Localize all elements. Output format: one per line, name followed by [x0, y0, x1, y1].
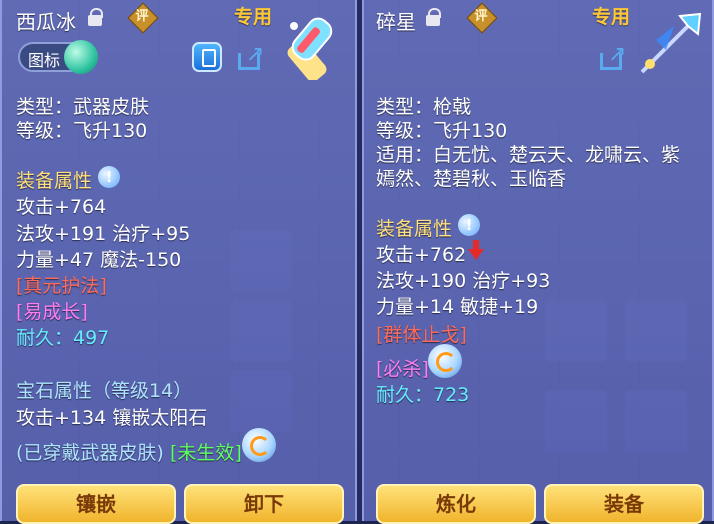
equip-attr-title: 装备属性 [16, 170, 93, 192]
popsicle-weapon-skin-icon [287, 17, 333, 80]
equip-attr-title: 装备属性 [376, 218, 453, 240]
icon-toggle[interactable]: 图标 [18, 40, 98, 74]
suit-line: 嫣然、楚碧秋、玉临香 [376, 168, 567, 190]
item-tooltip-right: 碎星 评 专用 ↗ 类型：枪戟 等级：飞升130 适用：白无忧、楚云天、龙啸云、… [362, 0, 714, 524]
attr-line: 攻击+764 [16, 196, 107, 218]
skill-tag: [真元护法] [16, 275, 107, 297]
share-icon[interactable]: ↗ [600, 44, 632, 72]
toggle-knob [64, 40, 98, 74]
status-worn: (已穿戴武器皮肤) [16, 442, 164, 464]
attr-line: 法攻+190 治疗+93 [376, 270, 551, 292]
lock-icon[interactable] [426, 8, 441, 26]
attr-line: 法攻+191 治疗+95 [16, 223, 191, 245]
review-label: 评 [135, 9, 149, 24]
refresh-icon[interactable] [428, 344, 462, 378]
skill-tag: [必杀] [376, 358, 429, 380]
equip-button[interactable]: 装备 [544, 484, 704, 524]
gem-attr-title: 宝石属性（等级14） [16, 380, 193, 402]
gem-attr-line: 攻击+134 镶嵌太阳石 [16, 407, 208, 429]
item-name: 碎星 [376, 10, 416, 34]
lock-icon[interactable] [88, 8, 103, 26]
type-line: 类型：枪戟 [376, 96, 472, 118]
decrease-arrow-icon [468, 240, 484, 260]
refine-button[interactable]: 炼化 [376, 484, 536, 524]
share-icon[interactable]: ↗ [238, 44, 270, 72]
durability: 耐久：497 [16, 327, 110, 349]
spear-halberd-icon [640, 12, 702, 74]
exclusive-label: 专用 [592, 6, 631, 28]
info-exclamation-icon[interactable]: ! [458, 214, 480, 236]
durability: 耐久：723 [376, 384, 470, 406]
review-label: 评 [474, 9, 488, 24]
exclusive-label: 专用 [234, 6, 273, 28]
type-line: 类型：武器皮肤 [16, 96, 150, 118]
skill-tag: [群体止戈] [376, 324, 467, 346]
attr-line: 力量+14 敏捷+19 [376, 296, 539, 318]
info-exclamation-icon[interactable]: ! [98, 166, 120, 188]
suit-line: 适用：白无忧、楚云天、龙啸云、紫 [376, 144, 681, 166]
refresh-icon[interactable] [242, 428, 276, 462]
skill-tag: [易成长] [16, 301, 88, 323]
level-line: 等级：飞升130 [376, 120, 508, 142]
attr-line: 力量+47 魔法-150 [16, 249, 182, 271]
level-line: 等级：飞升130 [16, 120, 148, 142]
attr-line: 攻击+762 [376, 244, 467, 266]
item-name: 西瓜冰 [16, 10, 76, 34]
review-badge-icon[interactable]: 评 [466, 2, 498, 34]
review-badge-icon[interactable]: 评 [127, 2, 159, 34]
item-tooltip-left: 西瓜冰 评 专用 图标 ↗ 类型：武器皮肤 等级：飞升130 装备属性 ! 攻击… [0, 0, 357, 524]
inlay-button[interactable]: 镶嵌 [16, 484, 176, 524]
collection-icon[interactable] [192, 42, 222, 72]
status-inactive: [未生效] [170, 442, 242, 464]
icon-toggle-label: 图标 [28, 51, 61, 70]
unload-button[interactable]: 卸下 [184, 484, 344, 524]
